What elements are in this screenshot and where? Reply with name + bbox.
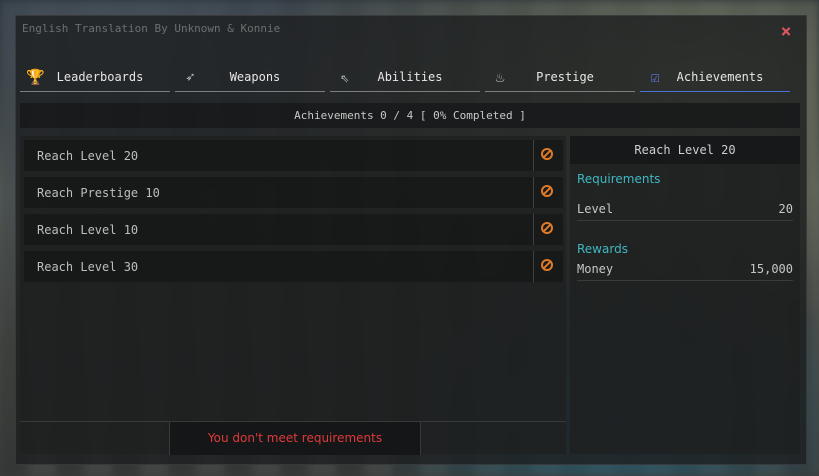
achievement-row[interactable]: Reach Level 10 (24, 214, 563, 245)
requirements-heading: Requirements (577, 172, 661, 186)
achievement-list: Reach Level 20 Reach Prestige 10 Reach L… (20, 136, 566, 455)
reward-row: Money 15,000 (577, 260, 793, 281)
rewards-heading: Rewards (577, 242, 628, 256)
achievement-detail-panel: Reach Level 20 Requirements Level 20 Rew… (570, 136, 800, 454)
row-divider (533, 214, 534, 245)
tab-label: Achievements (676, 70, 764, 84)
tab-weapons[interactable]: ➶ Weapons (175, 64, 325, 92)
translation-credit: English Translation By Unknown & Konnie (22, 22, 281, 35)
achievement-name: Reach Level 10 (37, 223, 139, 237)
requirements-warning: You don't meet requirements (169, 422, 421, 455)
locked-icon (541, 222, 553, 234)
requirement-key: Level (577, 202, 614, 216)
tab-abilities[interactable]: ⇖ Abilities (330, 64, 480, 92)
close-icon[interactable]: × (778, 23, 794, 41)
tab-achievements[interactable]: ☑ Achievements (640, 64, 790, 92)
row-divider (533, 177, 534, 208)
tab-label: Leaderboards (56, 70, 144, 84)
reward-value: 15,000 (749, 262, 793, 276)
achievements-window: English Translation By Unknown & Konnie … (15, 15, 807, 465)
achievement-row[interactable]: Reach Level 20 (24, 140, 563, 171)
achievements-summary: Achievements 0 / 4 [ 0% Completed ] (20, 103, 800, 128)
tab-leaderboards[interactable]: 🏆 Leaderboards (20, 64, 170, 92)
row-divider (533, 251, 534, 282)
reward-key: Money (577, 262, 614, 276)
achievement-name: Reach Prestige 10 (37, 186, 160, 200)
achievement-name: Reach Level 30 (37, 260, 139, 274)
locked-icon (541, 259, 553, 271)
tab-label: Prestige (536, 70, 594, 84)
tab-prestige[interactable]: ♨ Prestige (485, 64, 635, 92)
requirement-row: Level 20 (577, 200, 793, 221)
locked-icon (541, 185, 553, 197)
tab-label: Weapons (229, 70, 281, 84)
tab-bar: 🏆 Leaderboards ➶ Weapons ⇖ Abilities ♨ P… (20, 64, 800, 94)
locked-icon (541, 148, 553, 160)
tab-label: Abilities (377, 70, 443, 84)
detail-title: Reach Level 20 (570, 136, 800, 164)
row-divider (533, 140, 534, 171)
achievement-row[interactable]: Reach Prestige 10 (24, 177, 563, 208)
list-footer: You don't meet requirements (20, 421, 566, 455)
requirement-value: 20 (778, 202, 793, 216)
achievement-name: Reach Level 20 (37, 149, 139, 163)
achievement-row[interactable]: Reach Level 30 (24, 251, 563, 282)
